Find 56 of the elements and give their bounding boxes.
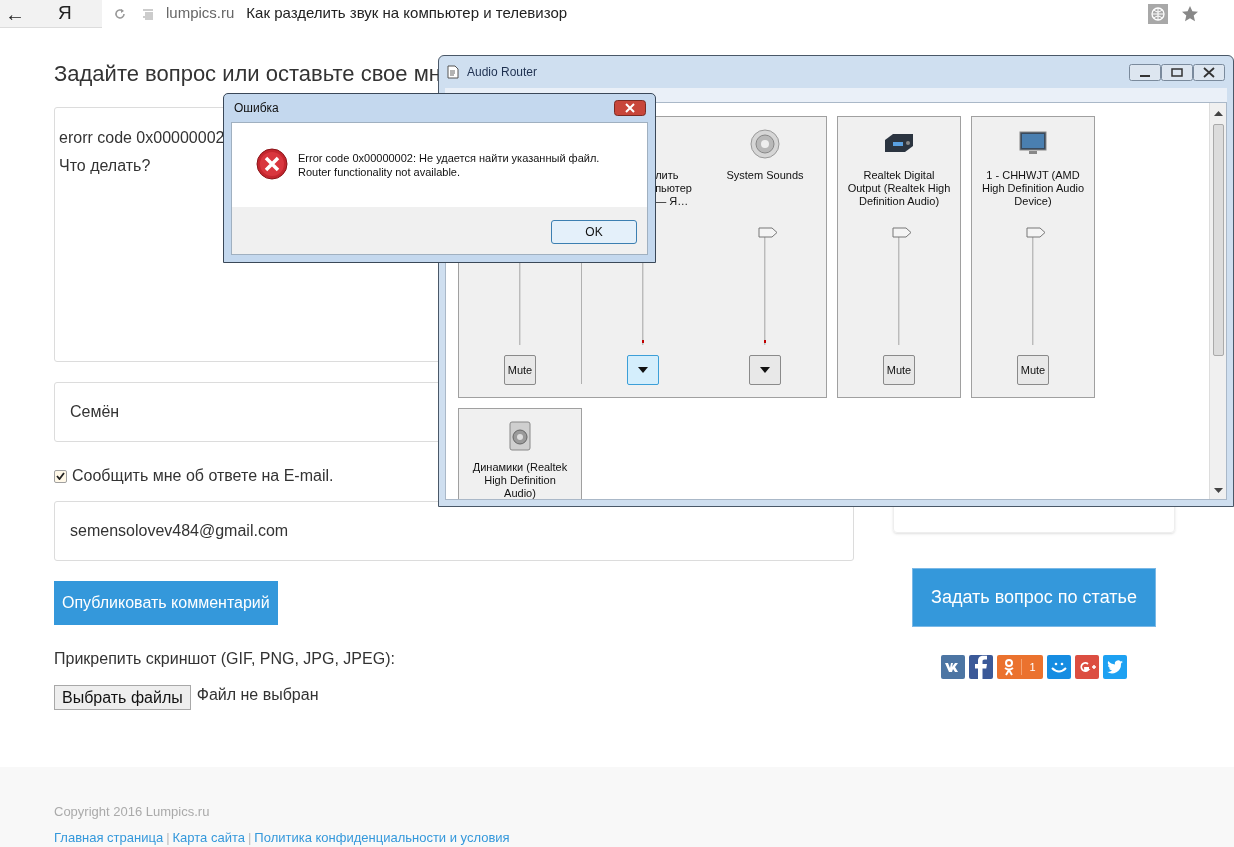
share-button[interactable]	[1046, 655, 1071, 679]
address-bar[interactable]: lumpics.ru Как разделить звук на компьютер и телевизор	[102, 0, 1234, 28]
caret-icon	[760, 367, 770, 373]
slider-thumb[interactable]	[1026, 227, 1046, 238]
share-count: 1	[1028, 659, 1037, 675]
document-icon	[447, 65, 459, 79]
device-label: Динамики (Realtek High Definition Audio)	[472, 461, 568, 499]
link-separator: |	[247, 830, 252, 846]
copyright-text: Copyright 2016 Lumpics.ru	[54, 804, 211, 820]
device-label: Realtek Digital Output (Realtek High Definition Audio)	[847, 169, 951, 208]
minimize-button[interactable]	[1129, 63, 1161, 81]
mute-button[interactable]: Mute	[883, 355, 915, 385]
window-title: Audio Router	[467, 64, 538, 81]
share-button[interactable]	[941, 655, 966, 679]
scroll-down-icon[interactable]	[1213, 488, 1223, 493]
link-separator: |	[166, 830, 170, 846]
close-button[interactable]	[614, 100, 646, 116]
dropdown-button[interactable]	[627, 355, 659, 385]
close-button[interactable]	[1193, 63, 1225, 81]
notify-checkbox[interactable]	[54, 469, 67, 483]
share-button[interactable]	[1102, 655, 1127, 679]
ok-button[interactable]: OK	[551, 220, 637, 244]
error-message: Error code 0x00000002: Не удается найти указанный файл. Router functionality not available.	[298, 151, 600, 179]
error-icon	[256, 148, 288, 180]
browser-logo[interactable]: Я	[58, 0, 78, 28]
dialog-title: Ошибка	[234, 100, 279, 117]
speaker-icon	[749, 128, 781, 160]
address-domain: lumpics.ru	[166, 3, 235, 24]
mute-button[interactable]: Mute	[504, 355, 536, 385]
maximize-button[interactable]	[1161, 63, 1193, 81]
share-button[interactable]	[1074, 655, 1099, 679]
name-value: Семён	[70, 402, 120, 422]
device-label: 1 - CHHWJT (AMD High Definition Audio Device)	[981, 169, 1085, 208]
globe-icon[interactable]	[1148, 3, 1168, 24]
scroll-thumb[interactable]	[1212, 124, 1224, 356]
comment-text: Что делать?	[59, 156, 151, 176]
back-button[interactable]: ←	[0, 3, 30, 24]
attach-label: Прикрепить скриншот (GIF, PNG, JPG, JPEG):	[54, 649, 396, 669]
dropdown-button[interactable]	[749, 355, 781, 385]
device-label: System Sounds	[726, 169, 804, 182]
email-value: semensolovev484@gmail.com	[70, 521, 289, 541]
comment-text: erorr code 0x00000002	[59, 128, 225, 148]
caret-icon	[638, 367, 648, 373]
star-icon[interactable]	[1182, 5, 1198, 22]
slider-thumb[interactable]	[892, 227, 912, 238]
mute-button[interactable]: Mute	[1017, 355, 1049, 385]
scroll-up-icon[interactable]	[1213, 111, 1223, 116]
share-button[interactable]	[969, 655, 994, 679]
file-status: Файл не выбран	[196, 685, 319, 705]
refresh-icon[interactable]	[114, 7, 126, 20]
scrollbar[interactable]	[1209, 103, 1226, 499]
notify-label: Сообщить мне об ответе на E-mail.	[72, 466, 334, 486]
choose-files-button[interactable]: Выбрать файлы	[54, 685, 191, 710]
page-title: Как разделить звук на компьютер и телевизор	[246, 3, 568, 24]
slider-thumb[interactable]	[758, 227, 778, 238]
checkmark-icon	[56, 472, 65, 480]
